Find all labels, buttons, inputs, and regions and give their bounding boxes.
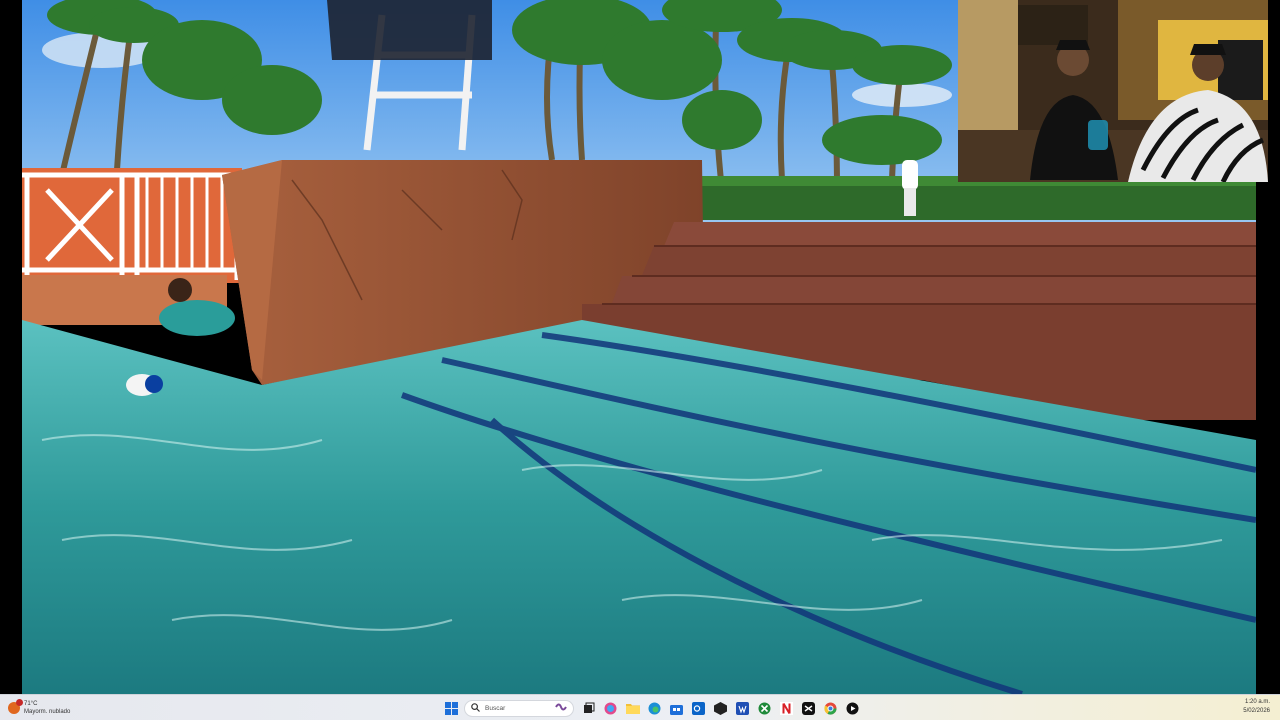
netflix-icon[interactable] <box>777 699 796 718</box>
windows-start-icon[interactable] <box>442 699 461 718</box>
system-clock[interactable]: 1:20 a.m. 5/02/2026 <box>1243 698 1270 716</box>
dark-app-icon[interactable] <box>711 699 730 718</box>
notification-badge <box>16 699 23 706</box>
weather-text: 71°C Mayorm. nublado <box>24 700 70 716</box>
media-player-icon[interactable] <box>843 699 862 718</box>
search-label: Buscar <box>485 704 506 712</box>
webcam-overlay <box>958 0 1268 182</box>
colorful-app-icon[interactable] <box>601 699 620 718</box>
weather-widget[interactable]: 71°C Mayorm. nublado <box>8 698 70 718</box>
webcam-feed-image <box>958 0 1268 182</box>
file-explorer-icon[interactable] <box>623 699 642 718</box>
outlook-icon[interactable] <box>689 699 708 718</box>
clock-time: 1:20 a.m. <box>1244 699 1270 705</box>
word-app-icon[interactable] <box>733 699 752 718</box>
weather-condition: Mayorm. nublado <box>24 709 71 715</box>
chrome-icon[interactable] <box>821 699 840 718</box>
capcut-icon[interactable] <box>799 699 818 718</box>
taskbar-center: Buscar <box>442 697 862 719</box>
copilot-icon <box>555 699 567 717</box>
video-area <box>0 0 1280 694</box>
store-icon[interactable] <box>667 699 686 718</box>
taskbar: 71°C Mayorm. nublado Buscar 1:20 a.m. 5/… <box>0 694 1280 720</box>
task-view-icon[interactable] <box>579 699 598 718</box>
weather-sun-icon <box>8 699 23 714</box>
search-icon <box>471 699 480 717</box>
xbox-icon[interactable] <box>755 699 774 718</box>
clock-date: 5/02/2026 <box>1243 708 1270 714</box>
edge-icon[interactable] <box>645 699 664 718</box>
taskbar-search-box[interactable]: Buscar <box>464 699 574 717</box>
weather-temperature: 71°C <box>24 701 38 707</box>
